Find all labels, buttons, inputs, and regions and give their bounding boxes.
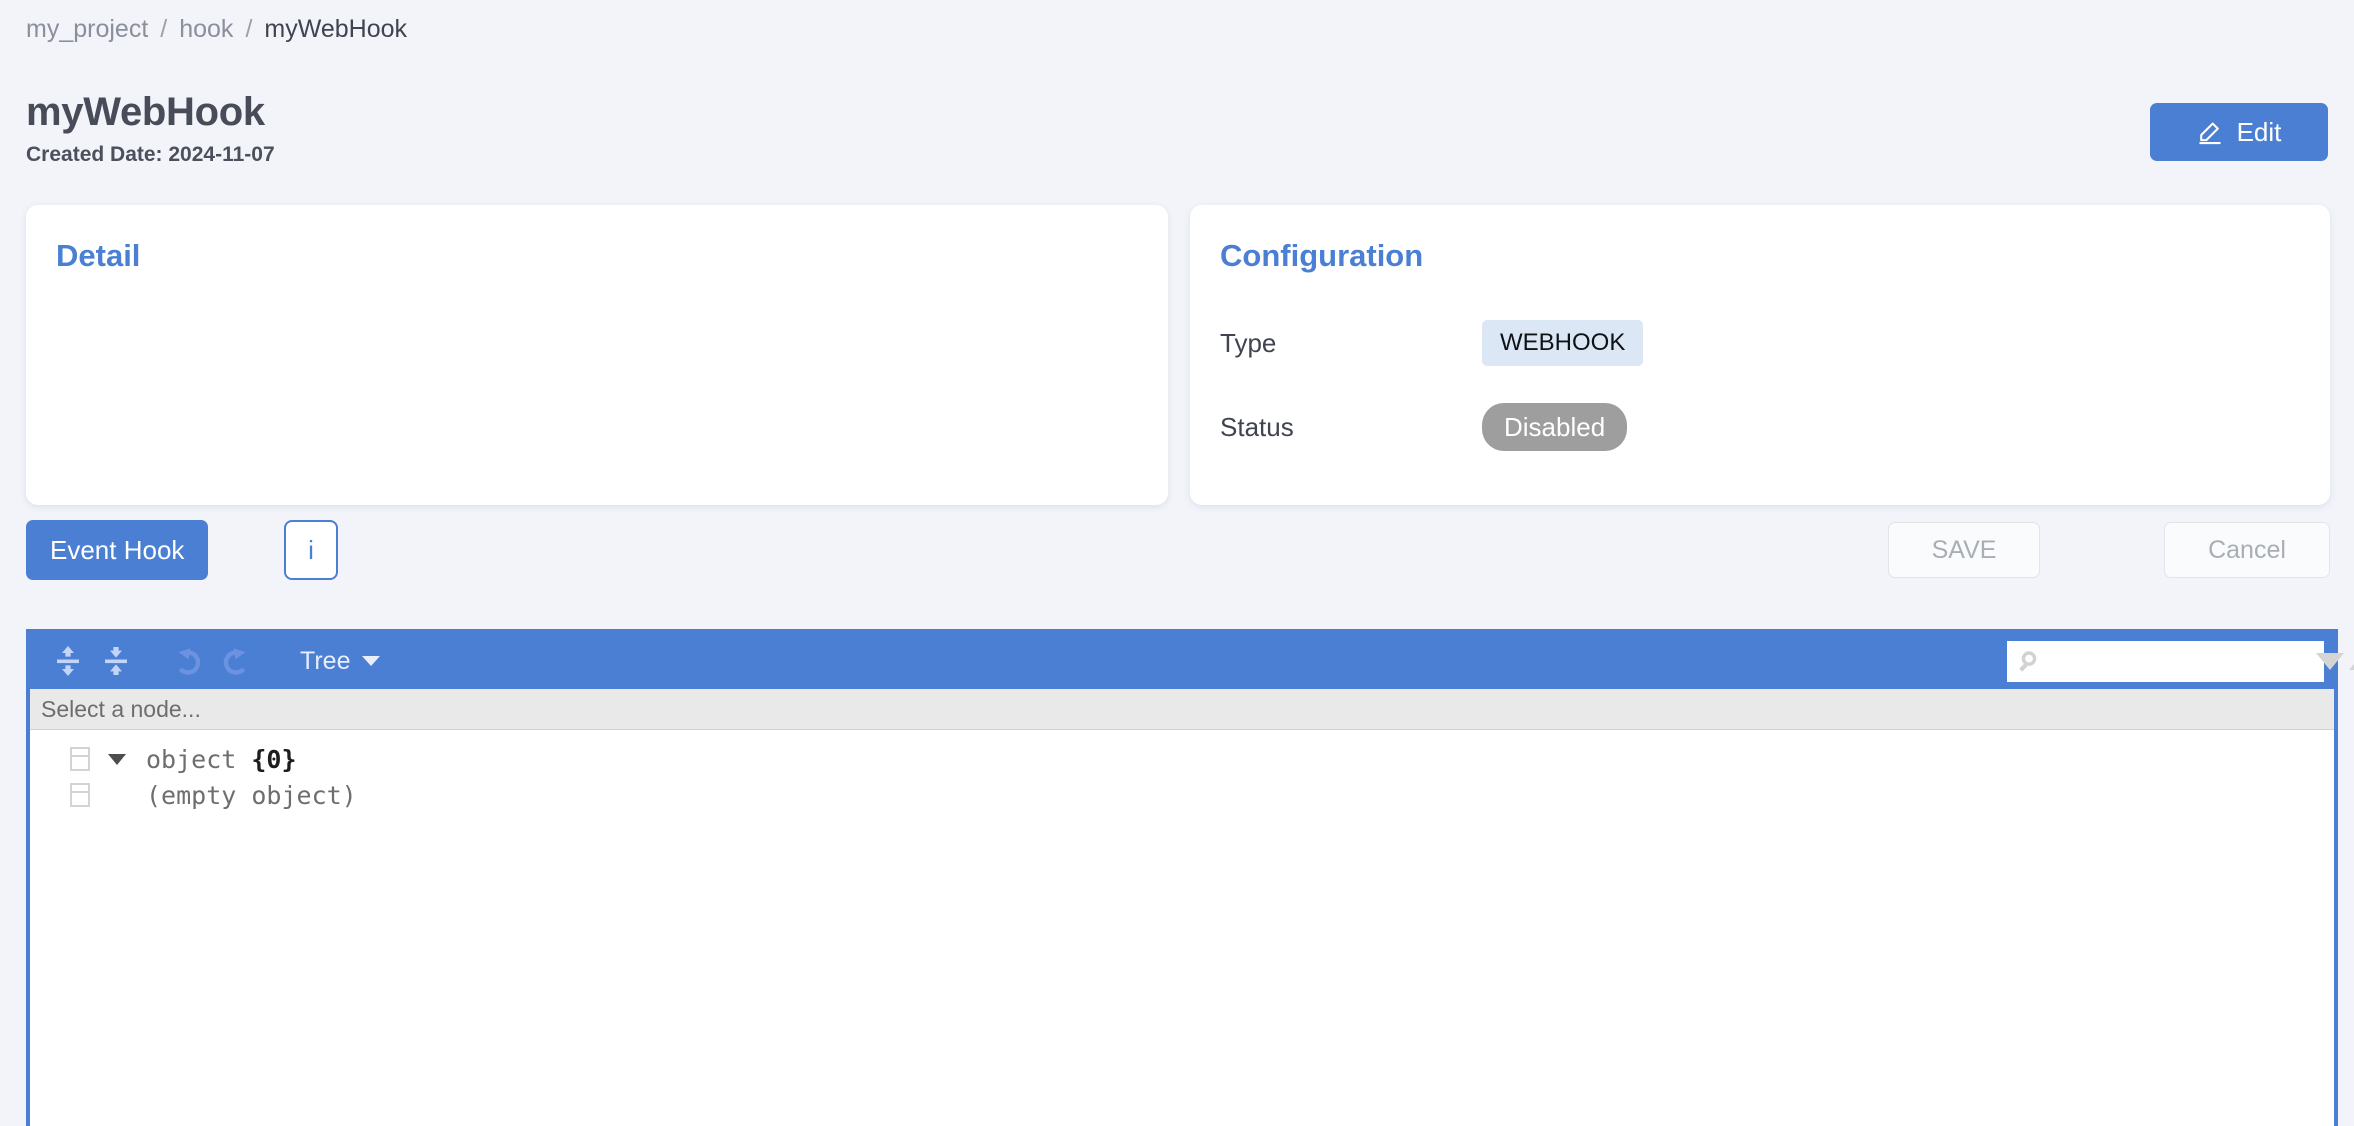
info-button[interactable]: i — [284, 520, 338, 580]
expand-all-icon — [53, 645, 83, 677]
search-next-icon[interactable] — [2316, 653, 2344, 670]
pencil-icon — [2197, 119, 2223, 145]
detail-card: Detail — [26, 205, 1168, 505]
event-hook-button[interactable]: Event Hook — [26, 520, 209, 580]
collapse-all-button[interactable] — [92, 637, 140, 685]
title-block: myWebHook Created Date: 2024-11-07 — [26, 88, 275, 168]
config-row-type: Type WEBHOOK — [1220, 315, 2290, 371]
status-badge: Disabled — [1482, 403, 1628, 451]
edit-button-label: Edit — [2236, 117, 2282, 147]
collapse-all-icon — [101, 645, 131, 677]
save-button[interactable]: SAVE — [1888, 522, 2040, 578]
drag-handle-icon[interactable] — [70, 747, 90, 771]
config-row-status: Status Disabled — [1220, 399, 2290, 455]
search-nav-arrows — [2316, 653, 2354, 670]
search-box — [2007, 641, 2354, 682]
redo-icon — [219, 645, 253, 677]
mode-select[interactable]: Tree — [300, 647, 381, 675]
cancel-button[interactable]: Cancel — [2164, 522, 2330, 578]
mode-select-label: Tree — [300, 647, 351, 675]
detail-card-title: Detail — [56, 238, 141, 273]
search-prev-icon[interactable] — [2349, 653, 2354, 670]
expand-all-button[interactable] — [44, 637, 92, 685]
node-path-text: Select a node... — [41, 695, 201, 722]
tree-node-label: object {0} — [146, 744, 297, 774]
search-input[interactable] — [2007, 641, 2316, 682]
chevron-down-icon — [362, 656, 381, 666]
breadcrumb-separator: / — [245, 15, 253, 43]
breadcrumb-item-hook[interactable]: hook — [179, 14, 233, 44]
json-tree: object {0} (empty object) — [30, 730, 2334, 1122]
breadcrumb-separator: / — [160, 15, 168, 43]
search-icon — [2016, 650, 2040, 679]
json-editor: Tree Select a node... object {0} (empty … — [26, 629, 2354, 1126]
drag-handle-icon[interactable] — [70, 783, 90, 807]
action-bar: Event Hook i SAVE Cancel — [26, 520, 2330, 584]
json-editor-toolbar: Tree — [30, 633, 2354, 689]
undo-button[interactable] — [164, 637, 212, 685]
configuration-card: Configuration Type WEBHOOK Status Disabl… — [1190, 205, 2330, 505]
edit-button[interactable]: Edit — [2150, 103, 2328, 161]
configuration-card-title: Configuration — [1220, 238, 1424, 273]
config-label-status: Status — [1220, 412, 1294, 442]
tree-row[interactable]: object {0} — [30, 741, 2334, 777]
config-label-type: Type — [1220, 328, 1277, 358]
undo-icon — [171, 645, 205, 677]
tree-row[interactable]: (empty object) — [30, 777, 2334, 813]
configuration-rows: Type WEBHOOK Status Disabled — [1220, 315, 2290, 455]
breadcrumb: my_project / hook / myWebHook — [26, 14, 407, 44]
breadcrumb-item-current: myWebHook — [264, 15, 408, 43]
cards-row: Detail Configuration Type WEBHOOK Status… — [26, 205, 2330, 505]
page-root: my_project / hook / myWebHook myWebHook … — [0, 0, 2354, 1126]
tree-node-label: (empty object) — [146, 780, 357, 810]
type-chip: WEBHOOK — [1482, 320, 1644, 366]
breadcrumb-item-project[interactable]: my_project — [26, 14, 148, 44]
page-title: myWebHook — [26, 90, 265, 134]
redo-button[interactable] — [212, 637, 260, 685]
created-date: Created Date: 2024-11-07 — [26, 143, 275, 166]
node-path-bar: Select a node... — [30, 689, 2334, 730]
expand-caret-icon[interactable] — [108, 753, 126, 765]
